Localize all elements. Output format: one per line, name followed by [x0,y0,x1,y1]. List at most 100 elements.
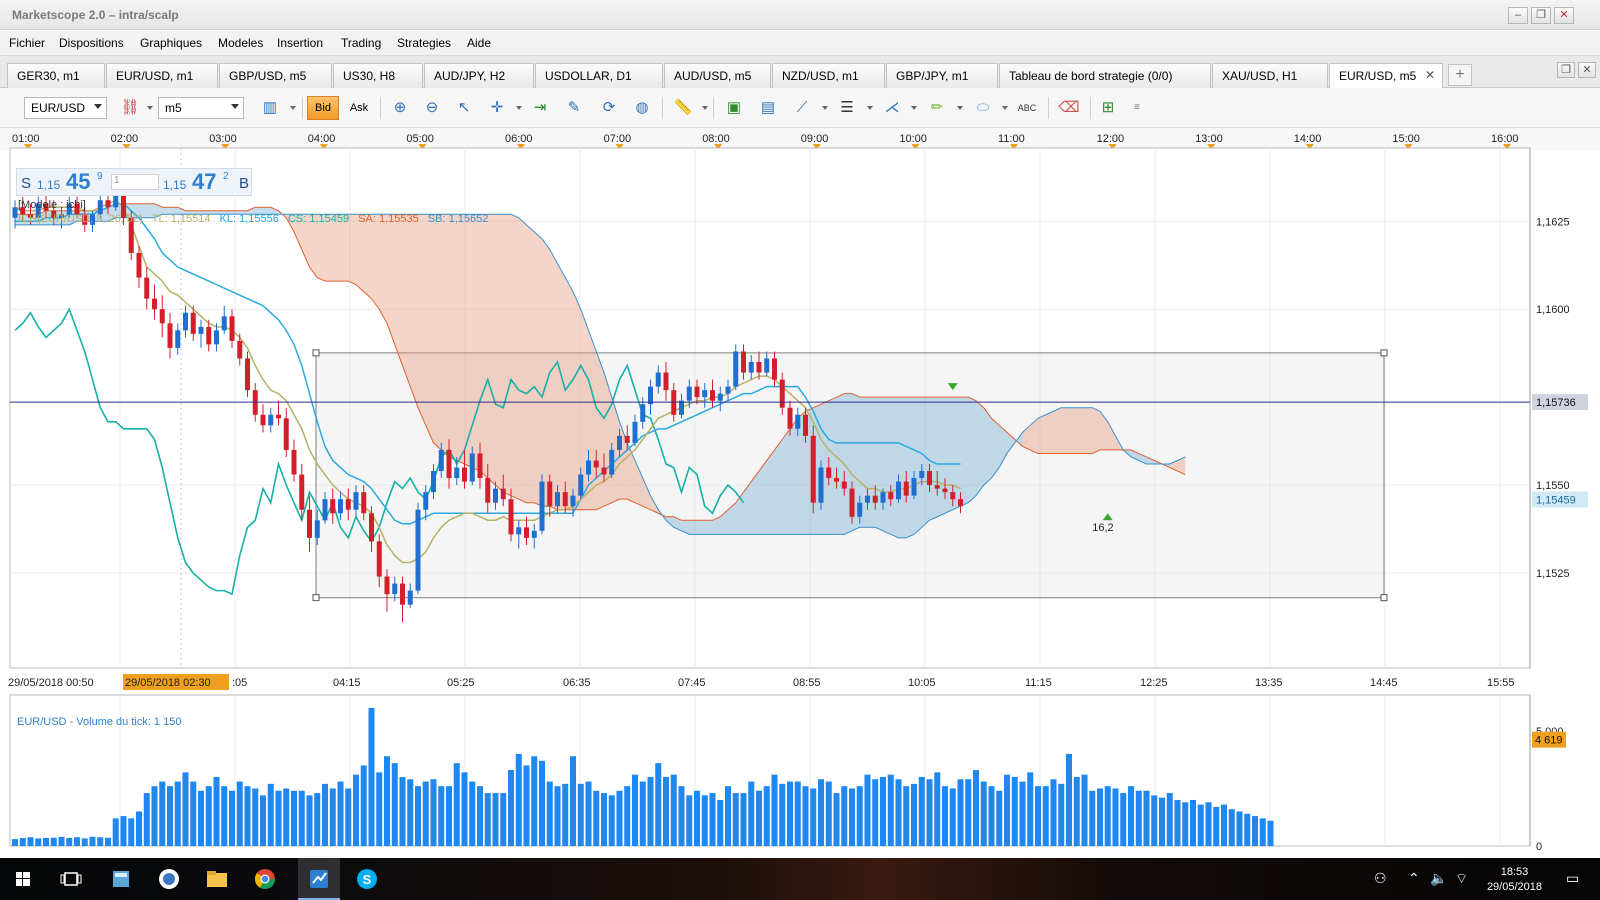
legend-ich[interactable]: ICH(EUR/USD, 9, 26, 52) [18,213,143,225]
system-clock[interactable]: 18:53 29/05/2018 [1487,865,1542,895]
indicator-icon[interactable]: ▤ [756,96,780,120]
eraser-icon[interactable]: ⌫ [1057,96,1081,120]
buy-letter[interactable]: B [239,175,249,192]
chrome-icon[interactable] [250,865,280,893]
notifications-icon[interactable]: ▭ [1566,870,1579,887]
tab-audusd-m5[interactable]: AUD/USD, m5 [664,63,771,88]
candle-body [291,449,297,475]
dropdown-arrow-icon[interactable] [702,106,708,110]
dropdown-arrow-icon[interactable] [147,106,153,110]
dropdown-arrow-icon[interactable] [911,106,917,110]
more-options-icon[interactable]: ≡ [1125,96,1149,120]
minimize-button[interactable]: – [1508,7,1528,24]
chart-type-icon[interactable]: ▥ [258,96,282,120]
volume-bar [174,781,181,846]
dropdown-arrow-icon[interactable] [867,106,873,110]
scroll-to-end-icon[interactable]: ⇥ [528,96,552,120]
sell-price-pips[interactable]: 45 [66,169,90,195]
wifi-icon[interactable]: ⌔ [1455,870,1468,888]
tab-us30-h8[interactable]: US30, H8 [333,63,423,88]
menu-aide[interactable]: Aide [467,36,491,50]
skype-icon[interactable]: S [352,865,382,893]
volume-bar [655,763,662,846]
svg-text:S: S [363,872,372,887]
ruler-icon[interactable]: 📏 [671,96,695,120]
marketscope-app-icon[interactable] [304,865,334,893]
volume-bar [601,793,607,846]
tab-gbpjpy-m1[interactable]: GBP/JPY, m1 [886,63,998,88]
sell-price-prefix[interactable]: 1,15 [37,178,60,192]
sell-letter[interactable]: S [21,175,31,192]
maximize-button[interactable]: ❐ [1531,7,1551,24]
volume-bar [996,790,1003,846]
globe-icon[interactable]: ◍ [630,96,654,120]
close-chart-button[interactable]: ✕ [1578,62,1596,78]
dropdown-arrow-icon[interactable] [822,106,828,110]
tab-audjpy-h2[interactable]: AUD/JPY, H2 [424,63,534,88]
menu-graphiques[interactable]: Graphiques [140,36,202,50]
restore-chart-button[interactable]: ❐ [1557,62,1575,78]
price-chart[interactable]: 01:00 02:00 03:00 04:00 05:00 06:00 07:00 08:00… [0,128,1600,858]
menu-dispositions[interactable]: Dispositions [59,36,124,50]
tab-eurusd-m1[interactable]: EUR/USD, m1 [106,63,218,88]
add-tab-button[interactable]: + [1448,64,1472,86]
file-explorer-icon[interactable] [202,865,232,893]
chart-area[interactable]: 01:00 02:00 03:00 04:00 05:00 06:00 07:00 08:00… [0,128,1600,858]
cursor-icon[interactable]: ↖ [452,96,476,120]
volume-bar [236,781,243,846]
bottom-time-label: 29/05/2018 02:30 [125,677,211,689]
volume-icon[interactable]: 🔈 [1430,870,1447,887]
lot-amount-input[interactable]: 1 [111,174,159,190]
buy-price-pips[interactable]: 47 [192,169,216,195]
tab-usdollar-d1[interactable]: USDOLLAR, D1 [535,63,663,88]
tab-nzdusd-m1[interactable]: NZD/USD, m1 [772,63,885,88]
tab-tableau-de-bord[interactable]: Tableau de bord strategie (0/0) [999,63,1211,88]
text-tool-icon[interactable]: ABC [1015,96,1039,120]
hierarchy-icon[interactable]: ⊞ [1096,96,1120,120]
fan-tool-icon[interactable]: ⋌ [880,96,904,120]
menu-modeles[interactable]: Modeles [218,36,263,50]
ask-button[interactable]: Ask [343,96,375,120]
people-icon[interactable]: ⚇ [1374,870,1387,887]
tab-ger30-m1[interactable]: GER30, m1 [7,63,105,88]
chevron-up-icon[interactable]: ⌃ [1408,870,1420,887]
volume-bar [1042,786,1049,846]
crosshair-icon[interactable]: ✛ [485,96,509,120]
close-tab-icon[interactable]: ✕ [1425,68,1435,82]
windows-start-icon[interactable] [8,865,38,893]
dropdown-arrow-icon[interactable] [290,106,296,110]
close-button[interactable]: ✕ [1554,7,1574,24]
symbol-select[interactable]: EUR/USD [24,97,107,119]
candle-body [214,330,219,345]
calculator-app-icon[interactable] [106,865,136,893]
zoom-out-icon[interactable]: ⊖ [420,96,444,120]
tab-eurusd-m5-active[interactable]: EUR/USD, m5 ✕ [1329,63,1443,89]
refresh-icon[interactable]: ⟳ [597,96,621,120]
menu-fichier[interactable]: Fichier [9,36,45,50]
dropdown-arrow-icon[interactable] [516,106,522,110]
ellipse-tool-icon[interactable]: ⬭ [971,96,995,120]
volume-bar [1244,813,1251,846]
browser-app-icon[interactable] [154,865,184,893]
zoom-in-icon[interactable]: ⊕ [388,96,412,120]
pencil-icon[interactable]: ✏ [925,96,949,120]
menu-strategies[interactable]: Strategies [397,36,451,50]
menu-insertion[interactable]: Insertion [277,36,323,50]
menu-trading[interactable]: Trading [341,36,381,50]
tab-xauusd-h1[interactable]: XAU/USD, H1 [1212,63,1328,88]
bid-button[interactable]: Bid [307,96,339,120]
volume-bar [12,839,18,846]
cloud-segment [456,214,465,464]
link-off-icon[interactable]: ⛓ [118,96,142,120]
image-icon[interactable]: ▣ [722,96,746,120]
timeframe-select[interactable]: m5 [158,97,244,119]
tab-gbpusd-m5[interactable]: GBP/USD, m5 [219,63,332,88]
task-view-icon[interactable] [56,865,86,893]
properties-icon[interactable]: ✎ [562,96,586,120]
horizontal-lines-icon[interactable]: ☰ [835,96,859,120]
dropdown-arrow-icon[interactable] [1002,106,1008,110]
buy-price-prefix[interactable]: 1,15 [163,178,186,192]
candle-body [299,474,305,510]
dropdown-arrow-icon[interactable] [957,106,963,110]
trendline-tool-icon[interactable]: ⟋ [790,96,814,120]
